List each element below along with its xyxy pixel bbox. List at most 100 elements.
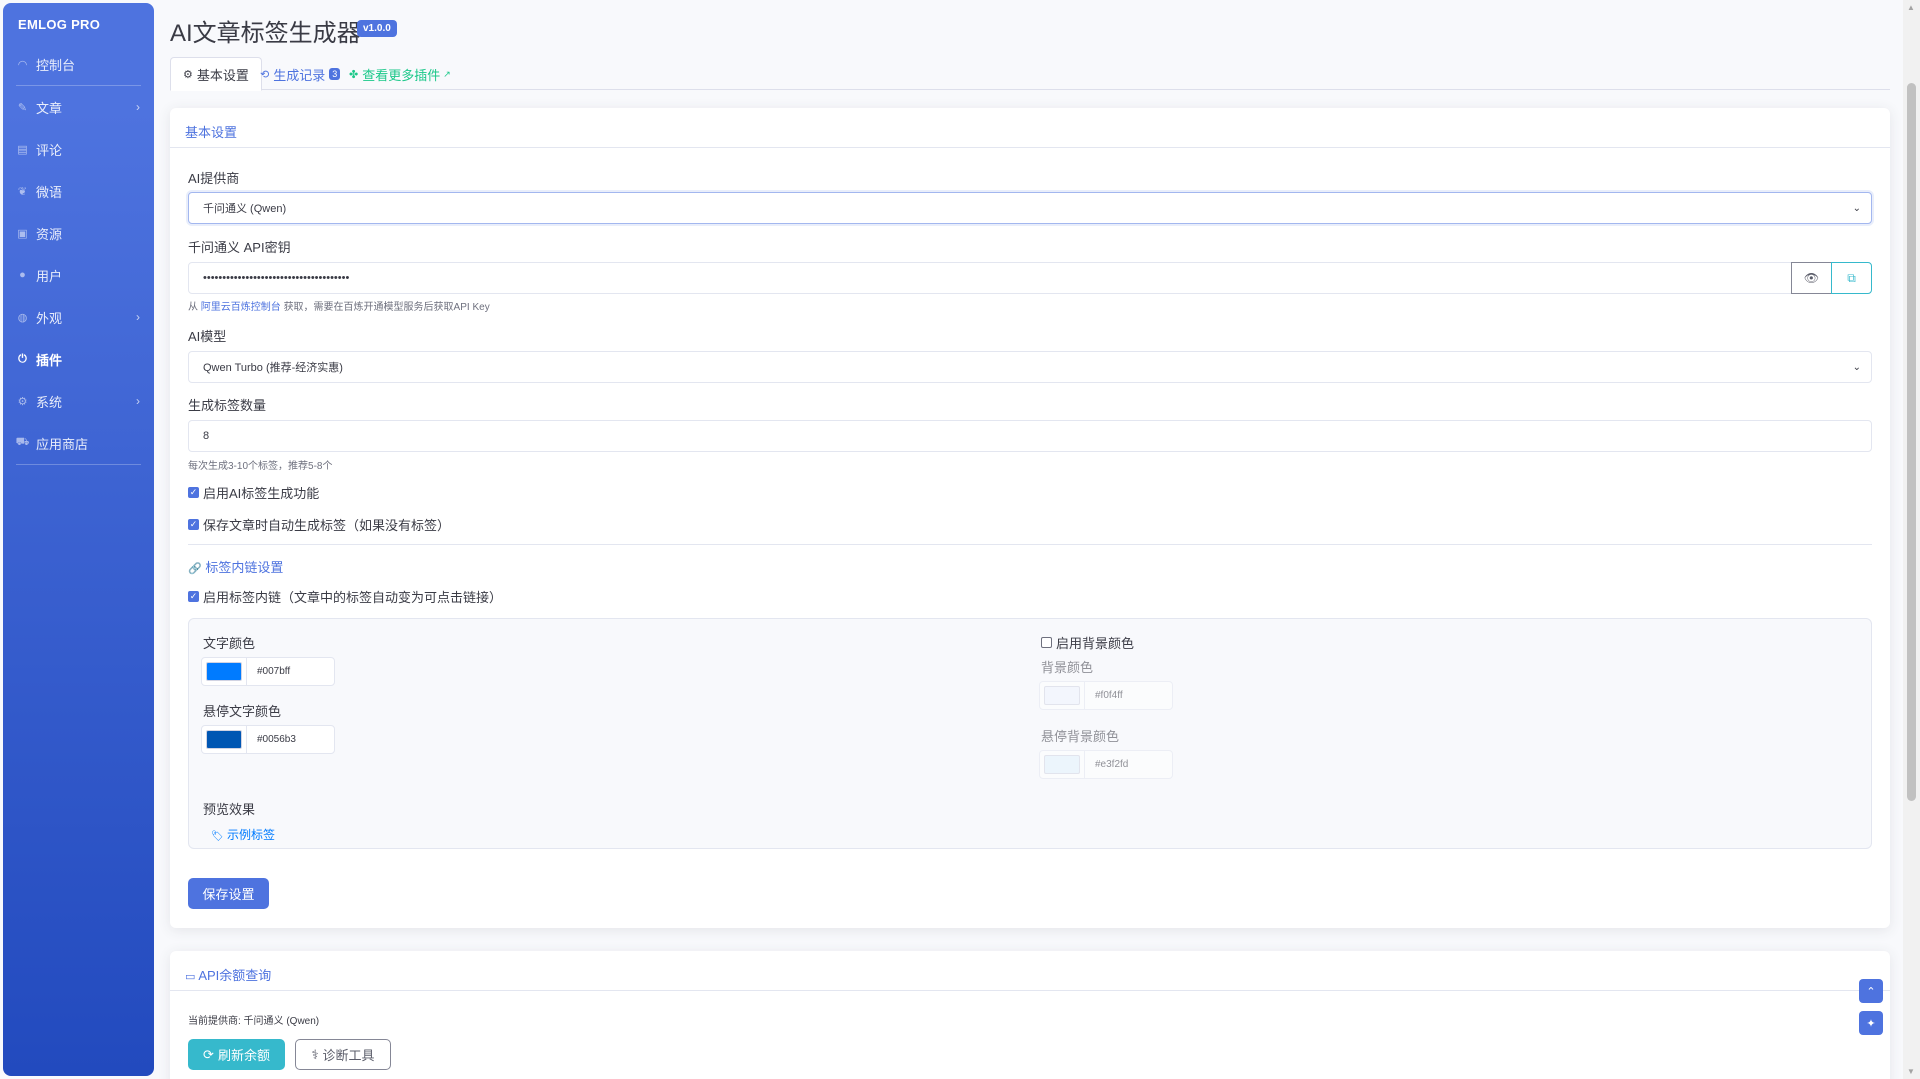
hover-text-color-picker[interactable]: #0056b3 <box>201 725 335 754</box>
check-icon: ✓ <box>188 519 199 530</box>
refresh-balance-label: 刷新余额 <box>217 1048 270 1063</box>
quick-action-button[interactable]: ✦ <box>1859 1011 1883 1035</box>
tab-basic-label: 基本设置 <box>196 67 249 83</box>
text-color-hex[interactable]: #007bff <box>246 658 334 685</box>
chevron-up-icon: ⌃ <box>1866 985 1876 998</box>
link-icon: 🔗 <box>188 563 202 575</box>
tag-count-input[interactable]: 8 <box>188 420 1872 452</box>
basic-settings-card: 基本设置 AI提供商 千问通义 (Qwen) ⌄ 千问通义 API密钥 ••••… <box>170 108 1890 928</box>
bg-color-swatch[interactable] <box>1044 686 1080 705</box>
refresh-balance-button[interactable]: ⟳ 刷新余额 <box>188 1039 285 1070</box>
hover-bg-color-hex[interactable]: #e3f2fd <box>1084 751 1172 778</box>
current-provider-text: 当前提供商: 千问通义 (Qwen) <box>188 1016 320 1027</box>
hover-text-color-swatch[interactable] <box>206 730 242 749</box>
sidebar-item-label: 微语 <box>36 184 63 200</box>
count-help: 每次生成3-10个标签，推荐5-8个 <box>188 461 333 472</box>
puzzle-icon: ✤ <box>349 68 359 81</box>
hover-text-color-hex[interactable]: #0056b3 <box>246 726 334 753</box>
preview-label: 预览效果 <box>203 802 256 817</box>
sidebar-item-label: 文章 <box>36 100 63 116</box>
hover-bg-color-picker[interactable]: #e3f2fd <box>1039 750 1173 779</box>
copy-key-button[interactable]: ⧉ <box>1831 262 1872 294</box>
star-icon: ✦ <box>1866 1017 1876 1030</box>
enable-ai-checkbox[interactable]: ✓ 启用AI标签生成功能 <box>188 483 319 502</box>
page-title: AI文章标签生成器 <box>170 20 361 47</box>
dashboard-icon: ◠ <box>17 58 28 71</box>
hover-bg-color-label: 悬停背景颜色 <box>1041 729 1120 744</box>
bg-color-hex[interactable]: #f0f4ff <box>1084 682 1172 709</box>
provider-value: 千问通义 (Qwen) <box>203 203 287 215</box>
scroll-to-top-button[interactable]: ⌃ <box>1859 979 1883 1003</box>
sidebar-item-9[interactable]: ⛟ 应用商店 <box>3 422 154 464</box>
plug-icon: ⏻ <box>18 352 27 365</box>
enable-bg-checkbox[interactable]: 启用背景颜色 <box>1041 633 1134 652</box>
bg-color-picker[interactable]: #f0f4ff <box>1039 681 1173 710</box>
tab-more-plugins[interactable]: ✤ 查看更多插件 ↗ <box>337 57 463 91</box>
stethoscope-icon: ⚕ <box>311 1046 319 1062</box>
checkbox-empty-icon <box>1041 637 1052 648</box>
enable-bg-label: 启用背景颜色 <box>1056 636 1135 651</box>
tab-history-label: 生成记录 <box>273 67 326 83</box>
page-scrollbar[interactable]: ▲ ▼ <box>1903 0 1920 1079</box>
count-label: 生成标签数量 <box>188 398 267 413</box>
bailian-console-link[interactable]: 阿里云百炼控制台 <box>201 302 281 313</box>
sidebar-item-label: 用户 <box>36 268 63 284</box>
scroll-up-arrow-icon[interactable]: ▲ <box>1907 3 1915 12</box>
divider <box>188 544 1872 545</box>
cart-icon: ⛟ <box>15 436 30 448</box>
toggle-visibility-button[interactable]: 👁 <box>1791 262 1832 294</box>
sidebar-item-1[interactable]: ✎ 文章 › <box>3 86 154 128</box>
hover-bg-color-swatch[interactable] <box>1044 755 1080 774</box>
pencil-icon: ✎ <box>17 101 28 114</box>
sidebar-item-6[interactable]: ◍ 外观 › <box>3 296 154 338</box>
tab-more-label: 查看更多插件 <box>362 67 441 83</box>
provider-select[interactable]: 千问通义 (Qwen) ⌄ <box>188 192 1872 224</box>
api-key-input[interactable]: •••••••••••••••••••••••••••••••••••••• <box>188 262 1800 294</box>
sidebar-item-7[interactable]: ⏻ 插件 <box>3 338 154 380</box>
diagnose-tools-label: 诊断工具 <box>322 1048 375 1063</box>
chevron-right-icon: › <box>136 100 140 114</box>
preview-tag-text: 示例标签 <box>227 828 276 842</box>
text-color-swatch[interactable] <box>206 662 242 681</box>
external-link-icon: ↗ <box>443 68 451 79</box>
preview-tag-link[interactable]: 🏷 示例标签 <box>211 826 275 843</box>
enable-link-checkbox[interactable]: ✓ 启用标签内链（文章中的标签自动变为可点击链接） <box>188 587 502 606</box>
hover-text-color-label: 悬停文字颜色 <box>203 704 282 719</box>
scrollbar-thumb[interactable] <box>1907 83 1916 801</box>
palette-icon: ◍ <box>17 311 28 324</box>
sidebar-item-5[interactable]: ● 用户 <box>3 254 154 296</box>
auto-generate-label: 保存文章时自动生成标签（如果没有标签） <box>203 518 451 533</box>
sidebar-item-2[interactable]: ▤ 评论 <box>3 128 154 170</box>
api-key-label: 千问通义 API密钥 <box>188 240 291 255</box>
sidebar-item-0[interactable]: ◠ 控制台 <box>3 43 154 85</box>
scroll-down-arrow-icon[interactable]: ▼ <box>1907 1067 1915 1076</box>
check-icon: ✓ <box>188 487 199 498</box>
text-color-picker[interactable]: #007bff <box>201 657 335 686</box>
enable-link-label: 启用标签内链（文章中的标签自动变为可点击链接） <box>203 590 503 605</box>
sidebar-item-4[interactable]: ▣ 资源 <box>3 212 154 254</box>
sidebar-item-label: 系统 <box>36 394 63 410</box>
sidebar-item-label: 控制台 <box>36 57 76 73</box>
api-help-prefix: 从 <box>188 302 198 313</box>
comment-icon: ▤ <box>17 143 28 156</box>
model-value: Qwen Turbo (推荐-经济实惠) <box>203 362 343 374</box>
brand-logo[interactable]: EMLOG PRO <box>3 3 154 43</box>
balance-card-title: API余额查询 <box>198 968 272 983</box>
model-select[interactable]: Qwen Turbo (推荐-经济实惠) ⌄ <box>188 351 1872 383</box>
model-label: AI模型 <box>188 329 227 344</box>
link-section-title: 🔗 标签内链设置 <box>188 557 283 576</box>
auto-generate-checkbox[interactable]: ✓ 保存文章时自动生成标签（如果没有标签） <box>188 515 450 534</box>
check-icon: ✓ <box>188 591 199 602</box>
sidebar-item-3[interactable]: ❦ 微语 <box>3 170 154 212</box>
diagnose-tools-button[interactable]: ⚕ 诊断工具 <box>295 1039 391 1070</box>
save-settings-button[interactable]: 保存设置 <box>188 878 269 909</box>
link-section-label: 标签内链设置 <box>205 560 284 575</box>
chevron-right-icon: › <box>136 310 140 324</box>
enable-ai-label: 启用AI标签生成功能 <box>203 486 320 501</box>
sidebar-item-label: 资源 <box>36 226 63 242</box>
copy-icon: ⧉ <box>1847 270 1856 285</box>
card-title: 基本设置 <box>170 108 1890 148</box>
sidebar-item-8[interactable]: ⚙ 系统 › <box>3 380 154 422</box>
sidebar: EMLOG PRO ◠ 控制台 ✎ 文章 › ▤ 评论 ❦ 微语 ▣ 资源 ● 用户 ◍ 外观 › ⏻ 插件 ⚙ 系统… <box>3 3 154 1076</box>
history-icon: ⟲ <box>260 68 270 81</box>
